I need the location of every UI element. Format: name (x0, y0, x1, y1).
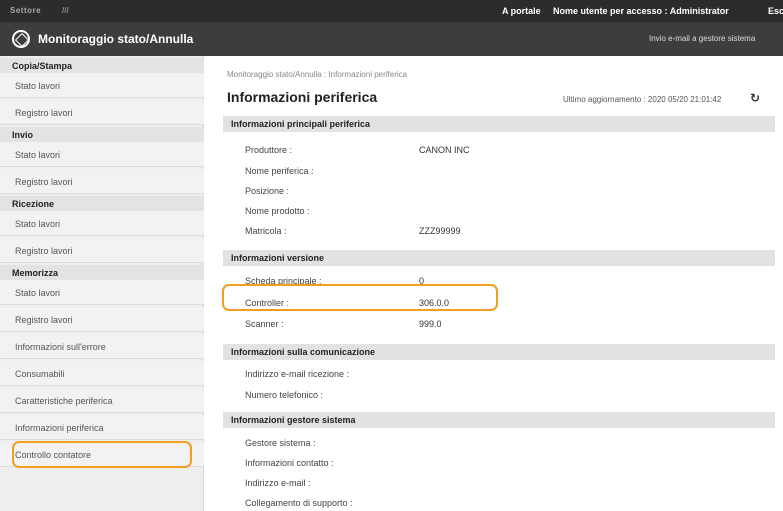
field-label-nome-prodotto: Nome prodotto : (245, 206, 310, 216)
field-label-matricola: Matricola : (245, 226, 287, 236)
sidebar-item-registro-lavori[interactable]: Registro lavori (0, 238, 204, 263)
top-bar: Settore /// A portale Nome utente per ac… (0, 0, 783, 22)
sidebar-section-ricezione: Ricezione (0, 196, 204, 211)
refresh-icon[interactable]: ↻ (750, 91, 764, 105)
sidebar-section-copia-stampa: Copia/Stampa (0, 58, 204, 73)
sidebar-item-registro-lavori[interactable]: Registro lavori (0, 307, 204, 332)
app-title: Monitoraggio stato/Annulla (38, 32, 194, 46)
field-label-produttore: Produttore : (245, 145, 293, 155)
field-value-matricola: ZZZ99999 (419, 226, 461, 236)
field-label-nome-periferica: Nome periferica : (245, 166, 314, 176)
page-title: Informazioni periferica (227, 89, 378, 105)
sidebar-section-memorizza: Memorizza (0, 265, 204, 280)
section-header-informazioni-versione: Informazioni versione (223, 250, 775, 266)
field-label-collegamento-di-supporto: Collegamento di supporto : (245, 498, 353, 508)
last-update-text: Ultimo aggiornamento : 2020 05/20 21:01:… (563, 95, 722, 104)
field-label-gestore-sistema: Gestore sistema : (245, 438, 316, 448)
field-label-numero-telefonico: Numero telefonico : (245, 390, 324, 400)
sidebar-highlight (12, 441, 192, 468)
sidebar-item-stato-lavori[interactable]: Stato lavori (0, 142, 204, 167)
field-label-scanner: Scanner : (245, 319, 284, 329)
field-label-indirizzo-e-mail: Indirizzo e-mail : (245, 478, 311, 488)
sidebar-item-informazioni-periferica[interactable]: Informazioni periferica (0, 415, 204, 440)
field-label-posizione: Posizione : (245, 186, 290, 196)
brand-logo: Settore (10, 6, 42, 15)
sidebar-item-stato-lavori[interactable]: Stato lavori (0, 73, 204, 98)
brand-logo-sub: /// (62, 6, 69, 15)
sidebar-item-informazioni-sull-errore[interactable]: Informazioni sull'errore (0, 334, 204, 359)
sidebar-item-consumabili[interactable]: Consumabili (0, 361, 204, 386)
sidebar-item-stato-lavori[interactable]: Stato lavori (0, 211, 204, 236)
portal-link[interactable]: A portale (502, 6, 541, 16)
section-header-informazioni-gestore-sistema: Informazioni gestore sistema (223, 412, 775, 428)
login-user-label: Nome utente per accesso : Administrator (553, 6, 729, 16)
section-header-informazioni-sulla-comunicazione: Informazioni sulla comunicazione (223, 344, 775, 360)
sidebar-item-stato-lavori[interactable]: Stato lavori (0, 280, 204, 305)
breadcrumb: Monitoraggio stato/Annulla : Informazion… (227, 70, 408, 79)
title-bar: Monitoraggio stato/Annulla Invio e-mail … (0, 22, 783, 56)
field-value-produttore: CANON INC (419, 145, 470, 155)
field-label-indirizzo-e-mail-ricezione: Indirizzo e-mail ricezione : (245, 369, 350, 379)
sidebar-item-registro-lavori[interactable]: Registro lavori (0, 169, 204, 194)
sidebar-section-invio: Invio (0, 127, 204, 142)
section-header-informazioni-principali-periferica: Informazioni principali periferica (223, 116, 775, 132)
email-admin-link[interactable]: Invio e-mail a gestore sistema (649, 34, 755, 43)
sidebar-item-registro-lavori[interactable]: Registro lavori (0, 100, 204, 125)
field-label-informazioni-contatto: Informazioni contatto : (245, 458, 334, 468)
sidebar-item-caratteristiche-periferica[interactable]: Caratteristiche periferica (0, 388, 204, 413)
field-value-scanner: 999.0 (419, 319, 442, 329)
controller-highlight (222, 284, 498, 311)
logout-link[interactable]: Esc (768, 6, 783, 16)
monitor-status-icon (12, 30, 30, 48)
